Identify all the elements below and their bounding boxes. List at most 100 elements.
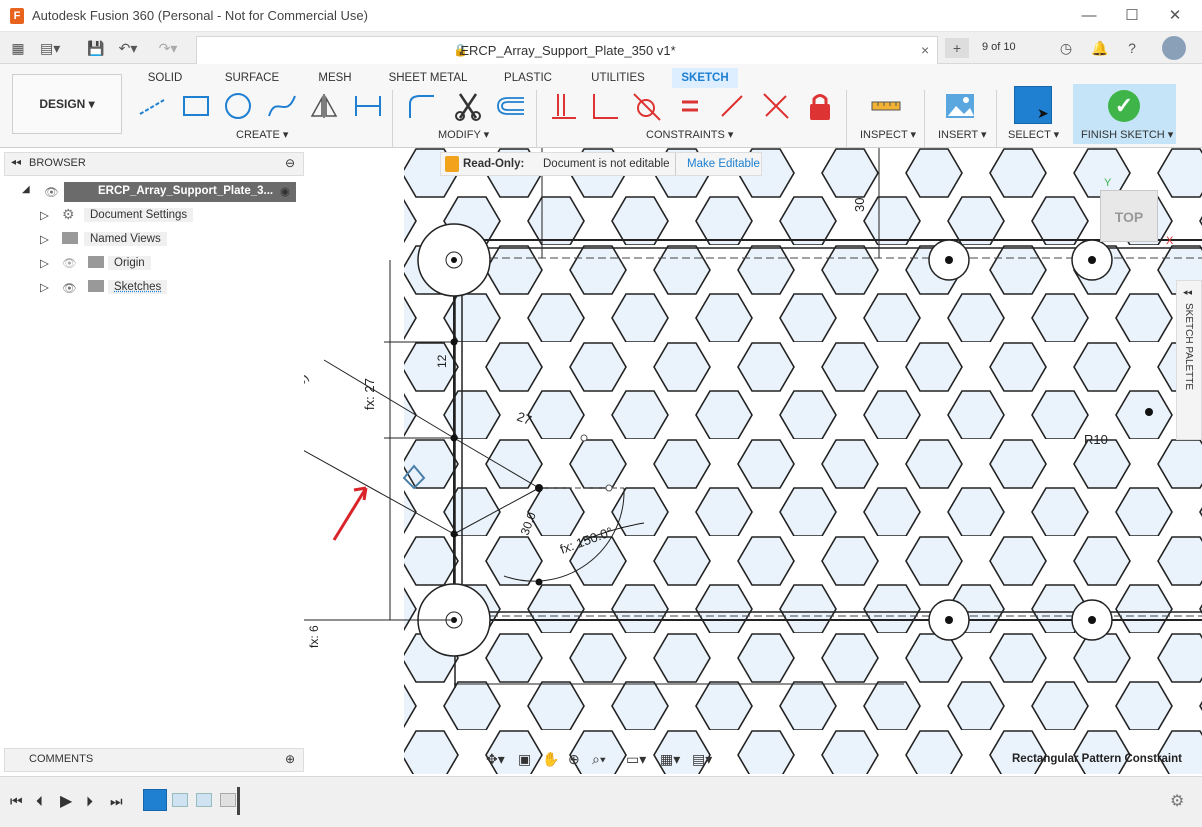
app-grid-icon[interactable]: ▦ — [8, 38, 28, 58]
dimension-r10[interactable]: R10 — [1084, 432, 1108, 447]
maximize-button[interactable]: ☐ — [1117, 4, 1147, 28]
tangent-icon[interactable] — [630, 90, 662, 122]
browser-panel-header[interactable]: ◂◂ BROWSER ⊖ — [4, 152, 304, 176]
tab-sheet-metal[interactable]: SHEET METAL — [388, 68, 468, 88]
parallel-icon[interactable] — [716, 90, 748, 122]
trim-icon[interactable] — [452, 90, 484, 122]
select-icon[interactable]: ➤ — [1014, 86, 1052, 124]
dimension-23[interactable]: (23) — [304, 370, 311, 400]
tree-item-document-settings[interactable]: ▷ ⚙ Document Settings — [38, 206, 238, 226]
tab-solid[interactable]: SOLID — [140, 68, 190, 88]
tab-utilities[interactable]: UTILITIES — [588, 68, 648, 88]
zoom-window-icon[interactable]: ⌕▾ — [592, 751, 606, 768]
tree-item-sketches[interactable]: ▷ 👁 Sketches — [38, 278, 238, 298]
expand-triangle-icon[interactable]: ▷ — [40, 256, 49, 270]
visibility-eye-icon[interactable]: 👁 — [62, 281, 77, 295]
notifications-icon[interactable]: 🔔 — [1090, 38, 1110, 58]
collinear-icon[interactable] — [760, 90, 792, 122]
timeline-marker[interactable] — [237, 787, 240, 815]
go-to-start-icon[interactable]: ⏮ — [10, 793, 23, 810]
inspect-group-label[interactable]: INSPECT ▾ — [860, 128, 916, 141]
tree-root[interactable]: ◢ 👁 ERCP_Array_Support_Plate_3... ◉ — [20, 182, 304, 202]
tree-item-named-views[interactable]: ▷ Named Views — [38, 230, 238, 250]
expand-triangle-icon[interactable]: ▷ — [40, 280, 49, 294]
perpendicular-icon[interactable] — [588, 90, 620, 122]
zoom-icon[interactable]: ⊕ — [568, 751, 580, 768]
minus-icon[interactable]: ⊖ — [285, 156, 295, 170]
undo-icon[interactable]: ↶▾ — [118, 38, 138, 58]
orbit-icon[interactable]: ✥▾ — [486, 751, 505, 768]
fillet-icon[interactable] — [406, 90, 438, 122]
expand-triangle-icon[interactable]: ▷ — [40, 232, 49, 246]
offset-icon[interactable] — [494, 90, 526, 122]
modify-group-label[interactable]: MODIFY ▾ — [438, 128, 489, 141]
version-count[interactable]: 9 of 10 — [982, 41, 1016, 53]
timeline-settings-gear-icon[interactable]: ⚙ — [1170, 791, 1184, 811]
tab-close-icon[interactable]: × — [921, 42, 929, 58]
timeline-feature-icon[interactable] — [172, 793, 188, 807]
line-icon[interactable] — [136, 90, 168, 122]
make-editable-link[interactable]: Make Editable — [687, 158, 760, 170]
spline-icon[interactable] — [266, 90, 298, 122]
workspace-switcher[interactable]: DESIGN ▾ — [12, 74, 122, 134]
coincident-constraint-icon[interactable] — [548, 90, 580, 122]
close-button[interactable]: ✕ — [1160, 4, 1190, 28]
grid-snaps-icon[interactable]: ▦▾ — [660, 751, 680, 768]
document-tab[interactable]: 🔒 ERCP_Array_Support_Plate_350 v1* × — [196, 36, 938, 64]
fix-lock-icon[interactable] — [804, 90, 836, 122]
visibility-eye-icon[interactable]: 👁 — [44, 185, 59, 199]
display-settings-icon[interactable]: ▭▾ — [626, 751, 646, 768]
file-menu-icon[interactable]: ▤▾ — [40, 38, 60, 58]
comments-panel[interactable]: COMMENTS ⊕ — [4, 748, 304, 772]
tab-plastic[interactable]: PLASTIC — [500, 68, 556, 88]
root-component[interactable]: ERCP_Array_Support_Plate_3... — [64, 182, 296, 202]
minimize-button[interactable]: — — [1074, 4, 1104, 28]
tree-item-origin[interactable]: ▷ 👁 Origin — [38, 254, 238, 274]
sketch-feature-icon[interactable] — [143, 789, 167, 811]
add-comment-icon[interactable]: ⊕ — [285, 752, 295, 766]
constraints-group-label[interactable]: CONSTRAINTS ▾ — [646, 128, 733, 141]
viewports-icon[interactable]: ▤▾ — [692, 751, 712, 768]
insert-image-icon[interactable] — [944, 90, 976, 122]
pan-icon[interactable]: ✋ — [542, 751, 559, 768]
rectangle-icon[interactable] — [180, 90, 212, 122]
collapse-icon[interactable]: ◂◂ — [11, 157, 21, 168]
sketch-canvas[interactable]: 30 fx: 27 (23) 27 fx: 150.0° R10 fx: 6 1… — [304, 148, 1202, 774]
hidden-eye-icon[interactable]: 👁 — [62, 256, 77, 270]
job-status-icon[interactable]: ◷ — [1056, 38, 1076, 58]
tab-sketch[interactable]: SKETCH — [672, 68, 738, 88]
avatar[interactable] — [1162, 36, 1186, 60]
step-back-icon[interactable]: ⏴ — [36, 793, 43, 810]
redo-icon[interactable]: ↷▾ — [158, 38, 178, 58]
help-icon[interactable]: ? — [1122, 38, 1142, 58]
circle-icon[interactable] — [222, 90, 254, 122]
timeline-feature-icon[interactable] — [196, 793, 212, 807]
dimension-fx6[interactable]: fx: 6 — [307, 625, 321, 648]
activate-radio-icon[interactable]: ◉ — [280, 184, 290, 198]
step-forward-icon[interactable]: ⏵ — [86, 793, 93, 810]
expand-palette-icon[interactable]: ◂◂ — [1183, 287, 1192, 298]
look-at-icon[interactable]: ▣ — [518, 751, 531, 768]
dimension-12[interactable]: 12 — [435, 354, 449, 368]
go-to-end-icon[interactable]: ⏭ — [110, 793, 123, 810]
select-group-label[interactable]: SELECT ▾ — [1008, 128, 1059, 141]
save-icon[interactable]: 💾 — [86, 38, 106, 58]
dimension-fx27[interactable]: fx: 27 — [362, 378, 377, 410]
dimension-30[interactable]: 30 — [852, 198, 867, 212]
finish-sketch-button[interactable]: ✓ FINISH SKETCH ▾ — [1073, 84, 1176, 144]
measure-icon[interactable] — [870, 90, 902, 122]
collapse-triangle-icon[interactable]: ◢ — [22, 184, 30, 195]
tab-surface[interactable]: SURFACE — [222, 68, 282, 88]
timeline-feature-icon[interactable] — [220, 793, 236, 807]
dimension-icon[interactable] — [352, 90, 384, 122]
play-icon[interactable]: ▶ — [60, 791, 72, 811]
new-tab-button[interactable]: + — [945, 38, 969, 58]
create-group-label[interactable]: CREATE ▾ — [236, 128, 288, 141]
insert-group-label[interactable]: INSERT ▾ — [938, 128, 987, 141]
expand-triangle-icon[interactable]: ▷ — [40, 208, 49, 222]
viewcube[interactable]: TOP — [1100, 190, 1158, 242]
sketch-drawing[interactable]: 30 fx: 27 (23) 27 fx: 150.0° R10 fx: 6 1… — [304, 148, 1202, 774]
sketch-palette-tab[interactable]: ◂◂ SKETCH PALETTE — [1176, 280, 1202, 440]
equal-icon[interactable] — [674, 90, 706, 122]
tab-mesh[interactable]: MESH — [312, 68, 358, 88]
